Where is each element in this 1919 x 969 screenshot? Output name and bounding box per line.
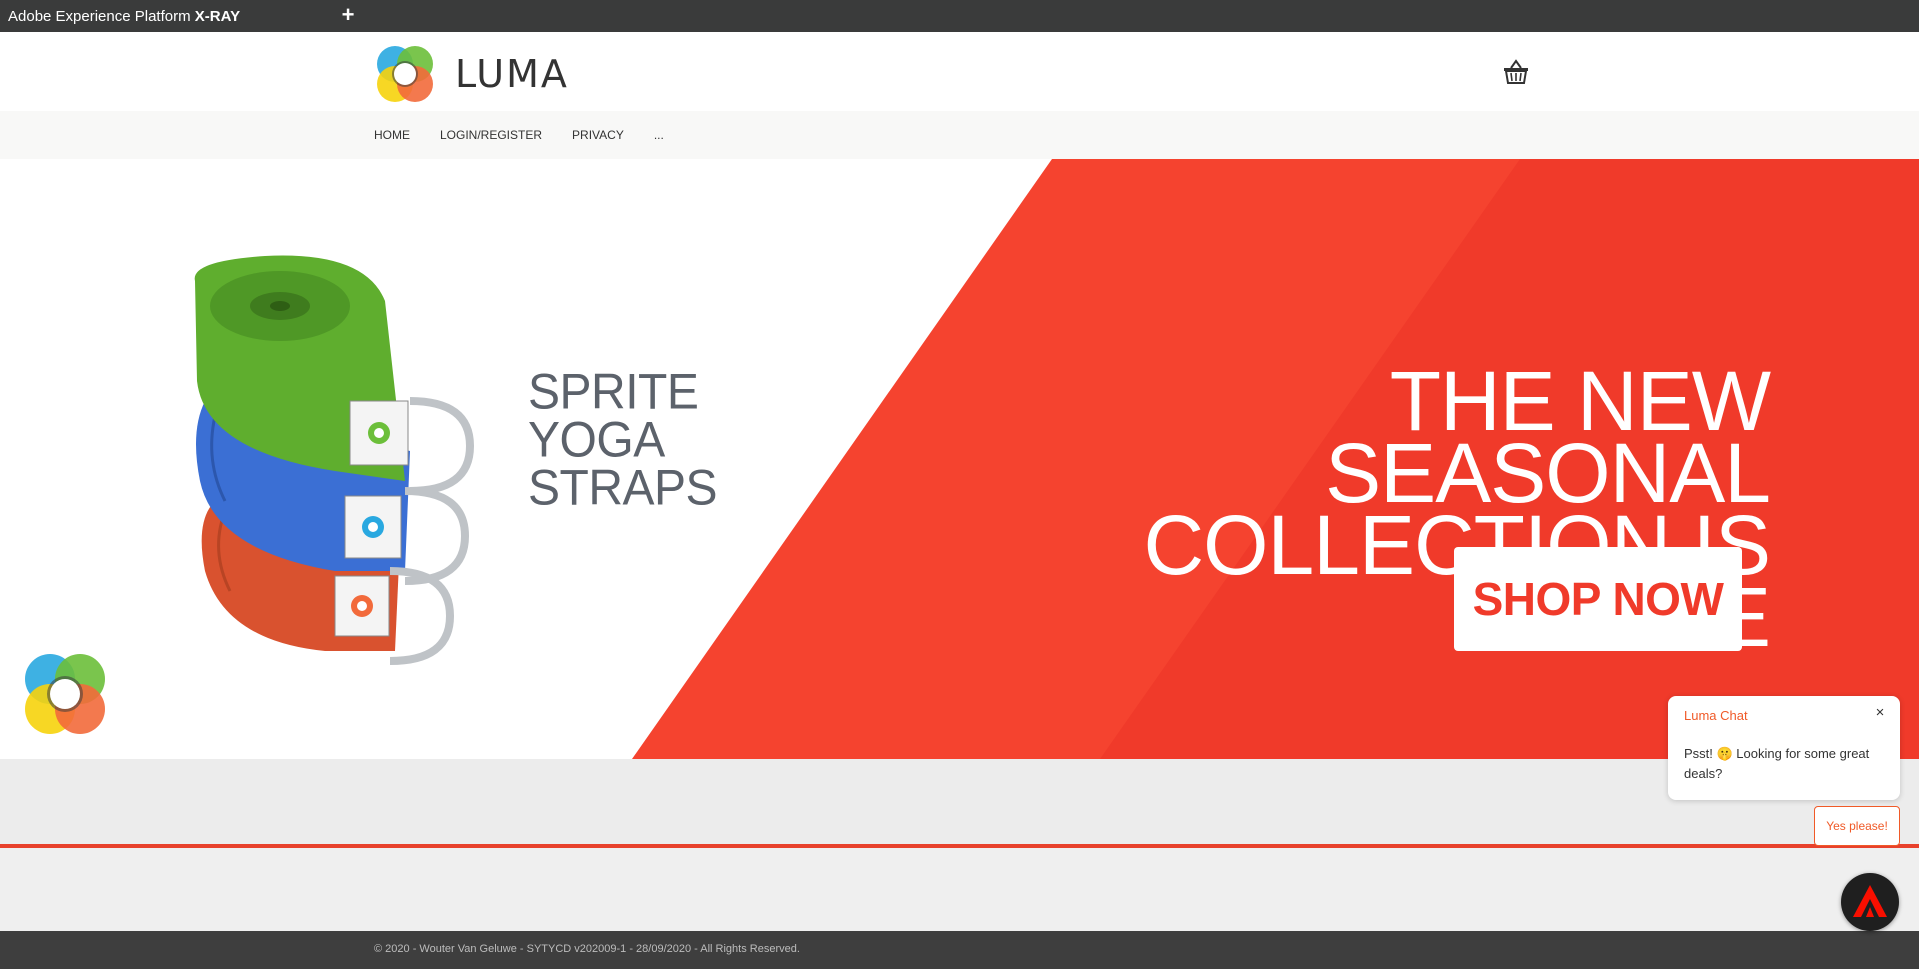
- add-tab-button[interactable]: +: [338, 2, 358, 28]
- luma-logo-icon: [377, 46, 433, 102]
- product-title-line: SPRITE: [528, 364, 699, 421]
- headline-line: THE NEW SEASONAL: [1325, 354, 1771, 520]
- yoga-straps-image: [194, 255, 475, 665]
- luma-logo[interactable]: LUMA: [373, 42, 581, 106]
- main-nav: HOME LOGIN/REGISTER PRIVACY ...: [0, 111, 1919, 160]
- luma-mark-icon: [25, 654, 105, 734]
- product-title-line: STRAPS: [528, 460, 718, 517]
- basket-icon[interactable]: [1502, 58, 1530, 86]
- yes-please-button[interactable]: Yes please!: [1814, 806, 1900, 846]
- product-title: SPRITE YOGA STRAPS: [528, 364, 728, 517]
- logo-text: LUMA: [455, 52, 569, 96]
- xray-title-bold: X-RAY: [194, 8, 241, 25]
- nav-item-home[interactable]: HOME: [374, 128, 410, 142]
- chat-message: Psst! 🤫 Looking for some great deals?: [1684, 746, 1870, 781]
- nav-item-privacy[interactable]: PRIVACY: [572, 128, 624, 142]
- content-band-lower: [0, 848, 1919, 931]
- adobe-chat-launcher[interactable]: [1841, 873, 1899, 931]
- chat-popup: Luma Chat × Psst! 🤫 Looking for some gre…: [1668, 696, 1900, 800]
- adobe-logo-icon: [1853, 885, 1887, 917]
- chat-title: Luma Chat: [1684, 708, 1748, 723]
- nav-item-login-register[interactable]: LOGIN/REGISTER: [440, 128, 542, 142]
- shop-now-button[interactable]: SHOP NOW: [1454, 547, 1742, 651]
- xray-title-prefix: Adobe Experience Platform: [8, 8, 191, 25]
- site-header: LUMA: [0, 32, 1919, 111]
- product-title-line: YOGA: [528, 412, 665, 469]
- xray-title: Adobe Experience Platform X-RAY: [8, 8, 240, 25]
- close-icon[interactable]: ×: [1872, 705, 1888, 721]
- hero-banner[interactable]: SPRITE YOGA STRAPS THE NEW SEASONAL COLL…: [0, 159, 1919, 759]
- site-footer: © 2020 - Wouter Van Geluwe - SYTYCD v202…: [0, 931, 1919, 969]
- copyright-text: © 2020 - Wouter Van Geluwe - SYTYCD v202…: [374, 943, 800, 955]
- content-band: [0, 759, 1919, 844]
- xray-toolbar: Adobe Experience Platform X-RAY +: [0, 0, 1919, 32]
- nav-item-more[interactable]: ...: [654, 128, 664, 142]
